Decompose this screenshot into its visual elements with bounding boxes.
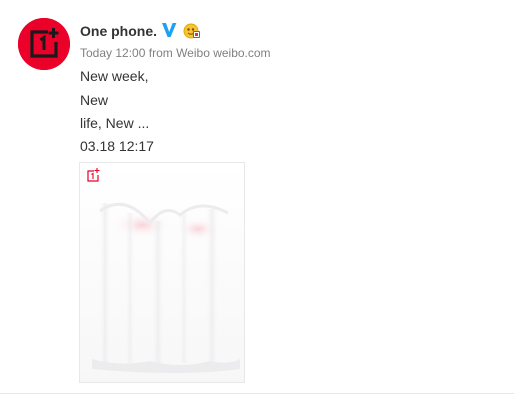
verified-v-icon[interactable] (161, 21, 177, 39)
avatar[interactable] (18, 18, 70, 70)
post-meta: Today 12:00 from Weibo weibo.com (80, 46, 271, 60)
post-time[interactable]: Today 12:00 (80, 46, 145, 60)
post-image[interactable] (79, 162, 245, 383)
post-text-line: 03.18 12:17 (80, 138, 154, 154)
oneplus-logo-icon (18, 18, 70, 70)
post-divider (0, 393, 514, 394)
post-text-line: New week, (80, 68, 149, 84)
white-curtain-image (80, 163, 244, 382)
post-text-line: New (80, 92, 109, 108)
weibo-post: One phone. Today 12:00 from Weibo weibo.… (0, 0, 514, 396)
vip-badge-icon[interactable] (183, 22, 201, 40)
post-text-line: life, New ... (80, 115, 150, 131)
author-name[interactable]: One phone. (80, 23, 157, 39)
post-source[interactable]: from Weibo weibo.com (149, 46, 271, 60)
